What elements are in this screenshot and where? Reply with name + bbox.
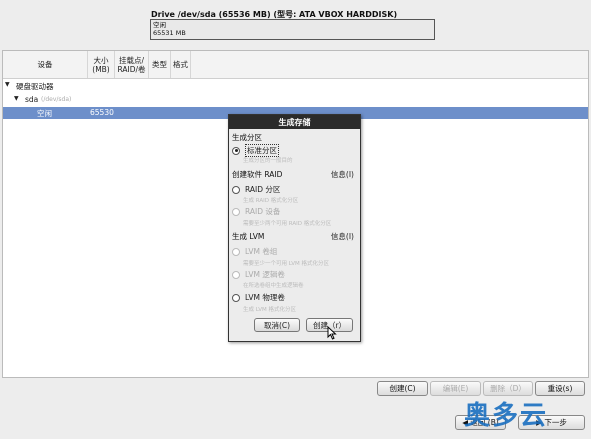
lvm-group-label: LVM 卷组: [245, 247, 278, 256]
group-label: 硬盘驱动器: [16, 82, 54, 91]
col-mount[interactable]: 挂载点/ RAID/卷: [115, 51, 149, 78]
lvm-lv-desc: 在所选卷组中生成逻辑卷: [243, 283, 304, 289]
radio-lvm-pv[interactable]: LVM 物理卷: [232, 292, 285, 303]
raid-partition-label: RAID 分区: [245, 185, 281, 194]
disk-label: sda: [25, 95, 39, 104]
disk-path: (/dev/sda): [41, 96, 72, 103]
drive-free-text: 空闲 65531 MB: [153, 21, 186, 37]
lvm-lv-label: LVM 逻辑卷: [245, 270, 285, 279]
drive-usage-bar: 空闲 65531 MB: [150, 19, 435, 40]
raid-partition-desc: 生成 RAID 格式化分区: [243, 198, 299, 204]
col-format[interactable]: 格式: [171, 51, 191, 78]
radio-icon: [232, 247, 240, 256]
drive-free-label: 空闲: [153, 21, 166, 29]
col-type[interactable]: 类型: [149, 51, 171, 78]
mouse-cursor-icon: [327, 326, 337, 340]
lvm-group-desc: 需要至少一个可用 LVM 格式化分区: [243, 261, 329, 267]
section-raid: 创建软件 RAID: [232, 170, 283, 179]
dialog-title: 生成存储: [229, 115, 360, 129]
create-button[interactable]: 创建(C): [377, 381, 428, 396]
section-partition: 生成分区: [232, 133, 262, 142]
expander-icon[interactable]: ▼: [5, 81, 10, 88]
watermark-logo: 奥多云: [464, 401, 549, 431]
drive-free-segment[interactable]: [151, 20, 434, 39]
tree-row-disk[interactable]: ▼ sda (/dev/sda): [3, 94, 588, 106]
edit-button[interactable]: 编辑(E): [430, 381, 481, 396]
radio-lvm-lv[interactable]: LVM 逻辑卷: [232, 269, 285, 280]
tree-row-group[interactable]: ▼ 硬盘驱动器: [3, 80, 588, 92]
section-lvm: 生成 LVM: [232, 232, 265, 241]
free-size: 65530: [90, 108, 114, 117]
radio-icon: [232, 293, 240, 302]
drive-header: Drive /dev/sda (65536 MB) (型号: ATA VBOX …: [0, 0, 591, 50]
lvm-pv-desc: 生成 LVM 格式化分区: [243, 307, 296, 313]
radio-raid-partition[interactable]: RAID 分区: [232, 184, 280, 195]
drive-free-size: 65531 MB: [153, 29, 186, 37]
radio-raid-device[interactable]: RAID 设备: [232, 206, 280, 217]
standard-partition-desc: 生成分区的一般目的: [243, 158, 293, 164]
raid-info-button[interactable]: 信息(I): [331, 169, 354, 180]
col-device[interactable]: 设备: [3, 51, 88, 78]
radio-icon: [232, 185, 240, 194]
raid-device-desc: 需要至少两个可用 RAID 格式化分区: [243, 221, 332, 227]
radio-lvm-group[interactable]: LVM 卷组: [232, 246, 277, 257]
radio-icon: [232, 270, 240, 279]
expander-icon[interactable]: ▼: [14, 95, 19, 102]
reset-button[interactable]: 重设(s): [535, 381, 585, 396]
radio-selected-icon: [232, 146, 240, 155]
cancel-button[interactable]: 取消(C): [254, 318, 300, 332]
radio-icon: [232, 207, 240, 216]
create-storage-dialog: 生成存储 生成分区 标准分区 生成分区的一般目的 创建软件 RAID 信息(I)…: [228, 114, 361, 342]
free-label: 空闲: [37, 109, 52, 118]
raid-device-label: RAID 设备: [245, 207, 281, 216]
lvm-info-button[interactable]: 信息(I): [331, 231, 354, 242]
lvm-pv-label: LVM 物理卷: [245, 293, 285, 302]
delete-button[interactable]: 删除（D）: [483, 381, 533, 396]
col-size[interactable]: 大小 (MB): [88, 51, 115, 78]
table-header: 设备 大小 (MB) 挂载点/ RAID/卷 类型 格式: [3, 51, 588, 79]
